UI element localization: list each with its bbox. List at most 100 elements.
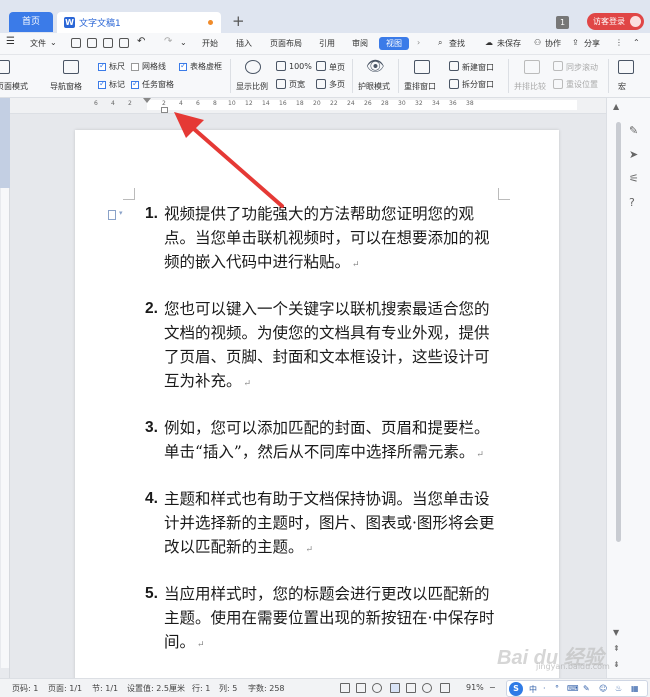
unsaved-status[interactable]: 未保存 [497,38,521,49]
ime-toolbox-icon[interactable]: ▦ [631,684,639,693]
multi-page-button[interactable]: 多页 [329,79,345,90]
horizontal-ruler[interactable]: 6 4 2 2 4 6 8 10 12 14 16 18 20 22 24 26… [10,98,606,114]
tab-page-layout[interactable]: 页面布局 [270,38,302,49]
ime-handwrite-icon[interactable]: ✎ [583,684,590,693]
ime-keyboard-icon[interactable]: ⌨ [567,684,579,693]
page-mode-icon[interactable] [0,60,10,74]
list-item-text[interactable]: 主题和样式也有助于文档保持协调。当您单击设计并选择新的主题时，图片、图表或·图形… [164,490,494,556]
read-mode-icon[interactable] [406,683,416,693]
search-icon[interactable]: ⌕ [438,38,442,48]
ime-skin-icon[interactable]: ♨ [615,684,622,693]
scroll-down-icon[interactable]: ▼ [613,628,625,640]
sync-scroll-button[interactable]: 同步滚动 [566,62,598,73]
status-setting-value[interactable]: 设置值: 2.5厘米 [127,683,185,694]
new-window-icon[interactable] [449,61,459,71]
zoom-100-button[interactable]: 100% [289,62,312,71]
rearrange-window-icon[interactable] [414,60,430,74]
window-count-badge[interactable]: 1 [556,16,569,29]
side-by-side-icon[interactable] [524,60,540,74]
settings-sliders-icon[interactable]: ⚟ [629,172,641,185]
page-view-icon[interactable] [390,683,400,693]
document-page[interactable]: ▾ 1. 视频提供了功能强大的方法帮助您证明您的观点。当您单击联机视频时，可以在… [75,130,559,678]
paragraph-handle-icon[interactable] [108,210,116,220]
task-pane-checkbox[interactable] [131,79,139,89]
macro-button[interactable]: 宏 [618,81,626,92]
more-options-icon[interactable]: ⋮ [615,38,623,47]
zoom-100-icon[interactable] [276,61,286,71]
document-area[interactable]: ▾ 1. 视频提供了功能强大的方法帮助您证明您的观点。当您单击联机视频时，可以在… [10,114,606,678]
side-by-side-button[interactable]: 并排比较 [514,81,546,92]
tab-references[interactable]: 引用 [319,38,335,49]
new-window-button[interactable]: 新建窗口 [462,62,494,73]
numbered-list[interactable]: 1. 视频提供了功能强大的方法帮助您证明您的观点。当您单击联机视频时，可以在想要… [145,202,495,677]
ime-emoji-icon[interactable]: ☺ [599,684,607,693]
ruler-checkbox-label[interactable]: 标尺 [109,61,125,72]
navigation-pane-icon[interactable] [63,60,79,74]
single-page-icon[interactable] [316,61,326,71]
marks-checkbox-label[interactable]: 标记 [109,79,125,90]
ime-chinese-mode-icon[interactable]: 中 [529,684,537,695]
navigation-pane-label[interactable]: 导航窗格 [50,81,82,92]
style-brush-icon[interactable]: ✎ [629,124,641,137]
previous-page-icon[interactable]: ⇞ [613,644,625,656]
collaborate-button[interactable]: 协作 [545,38,561,49]
table-borders-checkbox-label[interactable]: 表格虚框 [190,61,222,72]
zoom-out-icon[interactable]: − [489,683,496,692]
collapse-ribbon-icon[interactable]: ⌃ [633,38,640,47]
gridlines-checkbox-label[interactable]: 网格线 [142,61,166,72]
file-menu[interactable]: 文件 [30,38,46,49]
document-tab[interactable]: W 文字文稿1 [57,12,221,33]
multi-page-icon[interactable] [316,79,326,89]
list-item[interactable]: 4. 主题和样式也有助于文档保持协调。当您单击设计并选择新的主题时，图片、图表或… [145,487,495,562]
page-mode-label[interactable]: 页面模式 [0,81,28,92]
input-method-toolbar[interactable]: S 中 · ° ⌨ ✎ ☺ ♨ ▦ [506,680,648,697]
list-item-text[interactable]: 您也可以键入一个关键字以联机搜索最适合您的文档的视频。为使您的文档具有专业外观，… [164,300,490,390]
web-layout-icon[interactable] [422,683,432,693]
new-tab-plus-icon[interactable]: + [232,12,245,30]
zoom-icon[interactable] [245,60,261,74]
vertical-scrollbar[interactable] [616,122,621,542]
zoom-level[interactable]: 91% [466,683,484,692]
list-item-text[interactable]: 例如，您可以添加匹配的封面、页眉和提要栏。单击“插入”，然后从不同库中选择所需元… [164,419,490,461]
reset-position-icon[interactable] [553,79,563,89]
outline-view-icon[interactable] [356,683,366,693]
single-page-button[interactable]: 单页 [329,62,345,73]
save-icon[interactable] [71,38,81,48]
status-page-number[interactable]: 页码: 1 [12,683,38,694]
edit-mode-icon[interactable] [372,683,382,693]
print-preview-icon[interactable] [119,38,129,48]
tab-review[interactable]: 审阅 [352,38,368,49]
status-section[interactable]: 节: 1/1 [92,683,118,694]
next-page-icon[interactable]: ⇟ [613,660,625,672]
list-item[interactable]: 2. 您也可以键入一个关键字以联机搜索最适合您的文档的视频。为使您的文档具有专业… [145,297,495,396]
split-window-icon[interactable] [449,79,459,89]
file-menu-dropdown-icon[interactable]: ⌄ [50,38,57,47]
search-label[interactable]: 查找 [449,38,465,49]
page-width-icon[interactable] [276,79,286,89]
paragraph-handle-dropdown-icon[interactable]: ▾ [119,209,123,217]
quick-access-dropdown-icon[interactable]: ⌄ [180,38,187,47]
table-borders-checkbox[interactable] [179,61,187,71]
print-icon[interactable] [103,38,113,48]
ime-punctuation-icon[interactable]: · [543,684,546,693]
ruler-checkbox[interactable] [98,61,106,71]
tab-insert[interactable]: 插入 [236,38,252,49]
sogou-ime-logo[interactable]: S [509,682,523,696]
eye-protection-icon[interactable] [440,683,450,693]
list-item[interactable]: 5. 当应用样式时，您的标题会进行更改以匹配新的主题。使用在需要位置出现的新按钮… [145,582,495,657]
fullscreen-icon[interactable] [340,683,350,693]
list-item[interactable]: 3. 例如，您可以添加匹配的封面、页眉和提要栏。单击“插入”，然后从不同库中选择… [145,416,495,467]
reset-position-button[interactable]: 重设位置 [566,79,598,90]
tab-home[interactable]: 开始 [202,38,218,49]
sync-scroll-icon[interactable] [553,61,563,71]
task-pane-checkbox-label[interactable]: 任务窗格 [142,79,174,90]
zoom-label[interactable]: 显示比例 [236,81,268,92]
status-page-count[interactable]: 页面: 1/1 [48,683,82,694]
visitor-login-button[interactable]: 访客登录 [587,13,644,30]
split-window-button[interactable]: 拆分窗口 [462,79,494,90]
left-indent-marker[interactable] [161,107,168,113]
hamburger-menu-icon[interactable]: ☰ [6,36,15,47]
rearrange-window-button[interactable]: 重排窗口 [404,81,436,92]
help-icon[interactable]: ? [629,196,641,209]
gridlines-checkbox[interactable] [131,63,139,71]
